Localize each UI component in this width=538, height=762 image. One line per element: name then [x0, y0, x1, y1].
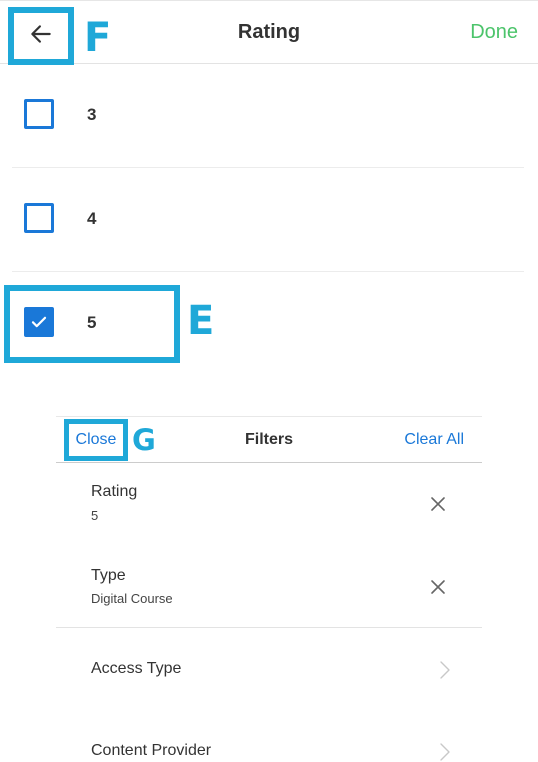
applied-filter-type: Type Digital Course	[56, 546, 482, 628]
rating-option-label: 3	[87, 105, 97, 124]
filter-value: Digital Course	[91, 591, 173, 606]
filter-name: Type	[91, 567, 126, 584]
checkbox[interactable]	[24, 99, 54, 129]
checkbox[interactable]	[24, 203, 54, 233]
filters-header: Close Filters Clear All	[56, 416, 482, 463]
rating-option-label: 4	[87, 209, 97, 228]
clear-all-button[interactable]: Clear All	[404, 431, 464, 449]
rating-option-3[interactable]: 3	[12, 64, 524, 168]
filter-category-access-type[interactable]: Access Type	[56, 628, 482, 710]
close-x-icon[interactable]	[429, 495, 447, 513]
filter-name: Rating	[91, 483, 138, 500]
applied-filter-rating: Rating 5	[56, 463, 482, 545]
checkbox-checked[interactable]	[24, 307, 54, 337]
rating-option-5[interactable]: 5	[12, 272, 524, 376]
rating-option-4[interactable]: 4	[12, 168, 524, 272]
chevron-right-icon	[440, 743, 450, 761]
rating-topbar: F Rating Done	[0, 0, 538, 65]
annotation-g: G	[132, 423, 156, 457]
filter-category-content-provider[interactable]: Content Provider	[56, 710, 482, 762]
rating-option-label: 5	[87, 313, 97, 332]
done-button[interactable]: Done	[470, 21, 518, 44]
chevron-right-icon	[440, 661, 450, 679]
filter-category-label: Access Type	[91, 660, 182, 677]
page: F Rating Done 3 4 5 E Close Filters Clea…	[0, 0, 538, 762]
page-title: Rating	[237, 21, 301, 43]
checkmark-icon	[31, 316, 47, 328]
filter-value: 5	[91, 508, 99, 523]
annotation-e: E	[187, 298, 215, 344]
filter-category-label: Content Provider	[91, 742, 212, 759]
close-x-icon[interactable]	[429, 578, 447, 596]
